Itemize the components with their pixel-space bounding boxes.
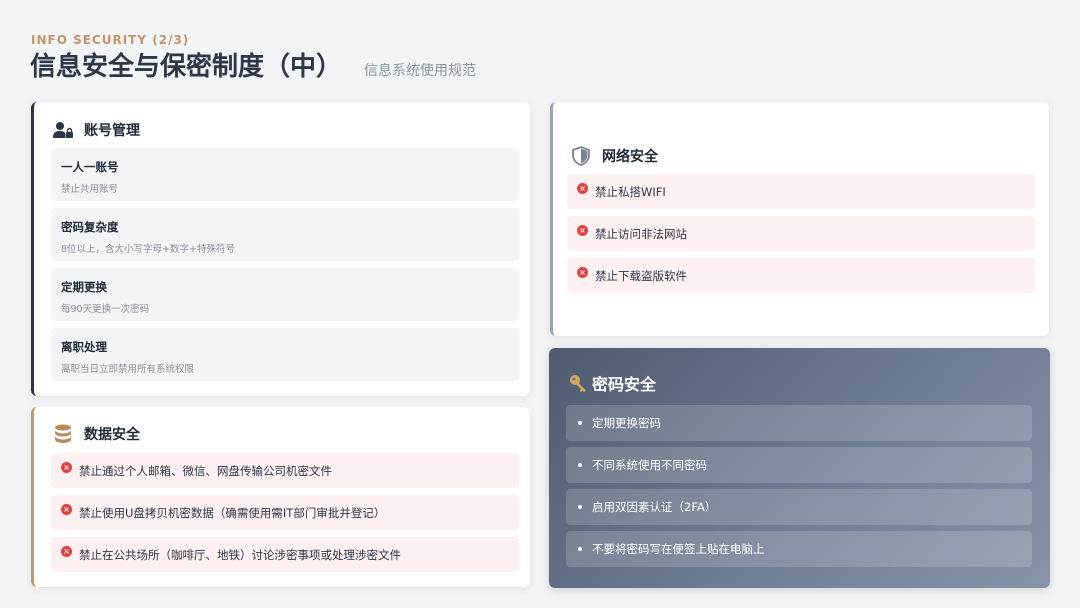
x-circle-icon: ×: [577, 267, 588, 278]
bullet-icon: [578, 505, 582, 509]
account-item: 一人一账号 禁止共用账号: [51, 148, 519, 201]
account-item: 定期更换 每90天更换一次密码: [51, 268, 519, 321]
bullet-icon: [578, 421, 582, 425]
account-item-name: 密码复杂度: [61, 220, 119, 234]
account-item-desc: 离职当日立即禁用所有系统权限: [61, 364, 195, 375]
network-security-item-text: 禁止下载盗版软件: [595, 268, 687, 283]
account-item-name: 离职处理: [61, 340, 107, 354]
password-item: 不同系统使用不同密码: [566, 447, 1032, 483]
account-item-name: 一人一账号: [61, 160, 119, 174]
x-circle-icon: ×: [577, 225, 588, 236]
account-item-name: 定期更换: [61, 280, 107, 294]
password-item: 定期更换密码: [566, 405, 1032, 441]
bullet-icon: [578, 547, 582, 551]
network-security-item: × 禁止下载盗版软件: [567, 258, 1035, 293]
account-item: 离职处理 离职当日立即禁用所有系统权限: [51, 328, 519, 381]
data-security-item: × 禁止在公共场所（咖啡厅、地铁）讨论涉密事项或处理涉密文件: [51, 537, 519, 572]
network-security-card: 网络安全 × 禁止私搭WIFI × 禁止访问非法网站 × 禁止下载盗版软件: [550, 102, 1049, 336]
x-circle-icon: ×: [61, 462, 72, 473]
network-security-title: 网络安全: [602, 149, 658, 165]
x-circle-icon: ×: [61, 546, 72, 557]
bullet-icon: [578, 463, 582, 467]
key-icon: [568, 372, 590, 394]
account-item-desc: 每90天更换一次密码: [61, 304, 150, 315]
account-item-desc: 8位以上，含大小写字母+数字+特殊符号: [61, 244, 235, 255]
password-item-text: 不同系统使用不同密码: [592, 458, 707, 472]
data-security-item-text: 禁止在公共场所（咖啡厅、地铁）讨论涉密事项或处理涉密文件: [79, 547, 401, 562]
user-lock-icon: [52, 119, 74, 141]
network-security-item: × 禁止访问非法网站: [567, 216, 1035, 251]
network-security-header: 网络安全: [570, 145, 658, 167]
account-card: 账号管理 一人一账号 禁止共用账号 密码复杂度 8位以上，含大小写字母+数字+特…: [31, 102, 530, 396]
password-item: 不要将密码写在便签上贴在电脑上: [566, 531, 1032, 567]
page-title: 信息安全与保密制度（中）: [30, 52, 343, 82]
account-item: 密码复杂度 8位以上，含大小写字母+数字+特殊符号: [51, 208, 519, 261]
eyebrow: INFO SECURITY (2/3): [31, 33, 190, 47]
password-item-text: 定期更换密码: [592, 416, 661, 430]
password-security-header: 密码安全: [568, 371, 656, 395]
account-item-desc: 禁止共用账号: [61, 184, 119, 195]
data-security-item-text: 禁止使用U盘拷贝机密数据（确需使用需IT部门审批并登记）: [79, 505, 386, 520]
account-card-title: 账号管理: [84, 123, 140, 139]
data-security-item: × 禁止通过个人邮箱、微信、网盘传输公司机密文件: [51, 453, 519, 488]
x-circle-icon: ×: [61, 504, 72, 515]
network-security-item: × 禁止私搭WIFI: [567, 174, 1035, 209]
title-row: 信息安全与保密制度（中） 信息系统使用规范: [30, 46, 476, 83]
data-security-item-text: 禁止通过个人邮箱、微信、网盘传输公司机密文件: [79, 463, 332, 478]
password-item: 启用双因素认证（2FA）: [566, 489, 1032, 525]
data-security-item: × 禁止使用U盘拷贝机密数据（确需使用需IT部门审批并登记）: [51, 495, 519, 530]
network-security-item-text: 禁止私搭WIFI: [595, 184, 666, 199]
account-card-header: 账号管理: [52, 119, 140, 141]
password-security-card: 密码安全 定期更换密码 不同系统使用不同密码 启用双因素认证（2FA） 不要将密…: [549, 348, 1050, 588]
data-security-header: 数据安全: [52, 423, 140, 445]
shield-icon: [570, 145, 592, 167]
password-item-text: 不要将密码写在便签上贴在电脑上: [592, 542, 765, 556]
database-icon: [52, 423, 74, 445]
data-security-title: 数据安全: [84, 427, 140, 443]
data-security-card: 数据安全 × 禁止通过个人邮箱、微信、网盘传输公司机密文件 × 禁止使用U盘拷贝…: [31, 407, 530, 587]
password-security-title: 密码安全: [592, 375, 657, 394]
network-security-item-text: 禁止访问非法网站: [595, 226, 687, 241]
x-circle-icon: ×: [577, 183, 588, 194]
page-subtitle: 信息系统使用规范: [364, 63, 477, 79]
password-item-text: 启用双因素认证（2FA）: [592, 500, 717, 514]
